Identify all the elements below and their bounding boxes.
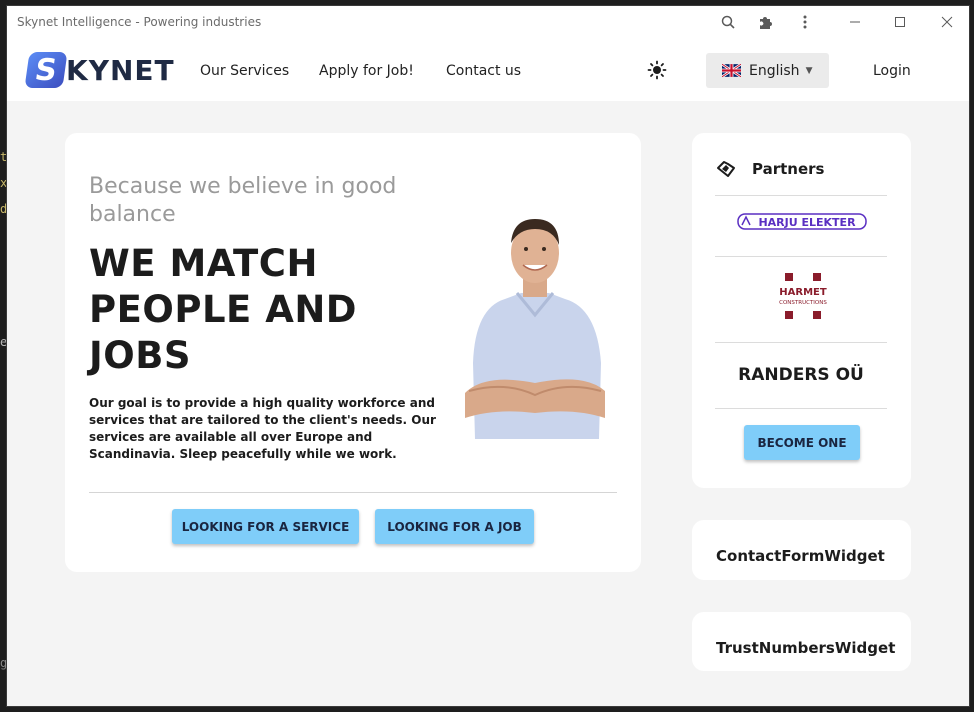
language-label: English — [749, 62, 800, 79]
harju-elekter-logo[interactable]: HARJU ELEKTER — [737, 213, 867, 230]
skynet-logo[interactable]: S KYNET — [24, 52, 175, 88]
browser-window: Skynet Intelligence - Powering industrie… — [6, 5, 970, 707]
close-icon[interactable] — [937, 12, 957, 32]
logo-mark: S — [24, 52, 68, 88]
window-title: Skynet Intelligence - Powering industrie… — [17, 15, 262, 29]
chevron-down-icon: ▼ — [805, 65, 813, 76]
harmet-constructions-logo[interactable]: HARMET CONSTRUCTIONS — [773, 273, 833, 319]
handshake-icon — [717, 161, 735, 177]
title-bar: Skynet Intelligence - Powering industrie… — [7, 6, 969, 38]
nav-contact-us[interactable]: Contact us — [446, 63, 521, 79]
hero-title: WE MATCH PEOPLE AND JOBS — [89, 242, 358, 377]
harju-logo-text: HARJU ELEKTER — [758, 216, 856, 229]
divider — [715, 256, 887, 257]
contact-widget-title: ContactFormWidget — [716, 547, 885, 565]
login-link[interactable]: Login — [873, 63, 911, 79]
nav-apply-for-job[interactable]: Apply for Job! — [319, 63, 414, 79]
zoom-icon[interactable] — [718, 12, 738, 32]
maximize-icon[interactable] — [890, 12, 910, 32]
become-partner-button[interactable]: BECOME ONE — [744, 425, 860, 460]
puzzle-icon[interactable] — [755, 12, 775, 32]
partners-card: Partners HARJU ELEKTER HARMET CONSTRUCTI… — [692, 133, 911, 488]
partners-title: Partners — [752, 160, 825, 178]
randers-logo[interactable]: RANDERS OÜ — [692, 365, 910, 385]
more-vert-icon[interactable] — [795, 12, 815, 32]
harmet-logo-text: HARMET — [779, 287, 827, 298]
site-navbar: S KYNET Our Services Apply for Job! Cont… — [7, 38, 969, 101]
trust-numbers-widget: TrustNumbersWidget — [692, 612, 911, 671]
contact-form-widget: ContactFormWidget — [692, 520, 911, 580]
theme-toggle-sun-icon[interactable] — [647, 60, 667, 80]
looking-for-service-button[interactable]: LOOKING FOR A SERVICE — [172, 509, 359, 544]
language-selector[interactable]: English ▼ — [706, 53, 829, 88]
hero-subtitle: Because we believe in good balance — [89, 174, 397, 227]
hero-description: Our goal is to provide a high quality wo… — [89, 396, 436, 461]
minimize-icon[interactable] — [845, 12, 865, 32]
logo-text: KYNET — [66, 53, 175, 87]
partners-header: Partners — [716, 159, 824, 179]
smiling-man-image — [465, 219, 605, 439]
divider — [715, 195, 887, 196]
uk-flag-icon — [722, 64, 741, 77]
divider — [715, 408, 887, 409]
nav-our-services[interactable]: Our Services — [200, 63, 289, 79]
trust-widget-title: TrustNumbersWidget — [716, 639, 896, 657]
hero-card: Because we believe in good balance WE MA… — [65, 133, 641, 572]
divider — [715, 342, 887, 343]
looking-for-job-button[interactable]: LOOKING FOR A JOB — [375, 509, 534, 544]
hero-divider — [89, 492, 617, 493]
harmet-logo-subtext: CONSTRUCTIONS — [779, 300, 827, 306]
